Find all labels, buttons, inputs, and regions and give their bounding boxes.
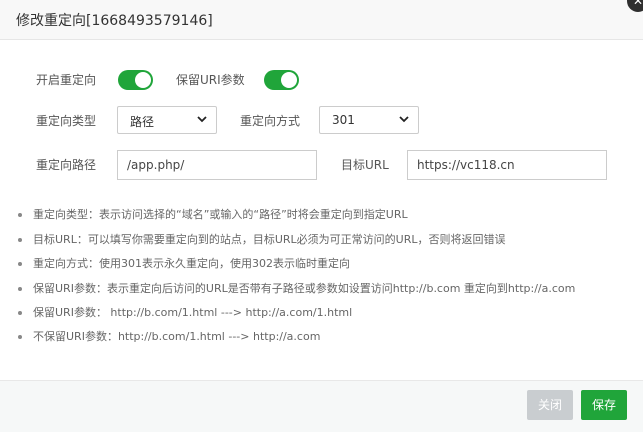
redirect-type-select[interactable]: 路径	[117, 106, 217, 134]
bullet-icon	[18, 287, 22, 291]
redirect-type-label: 重定向类型	[36, 114, 97, 128]
redirect-path-value: /app.php/	[127, 158, 185, 172]
bullet-icon	[18, 213, 22, 217]
target-url-value: https://vc118.cn	[417, 158, 515, 172]
redirect-method-select[interactable]: 301	[319, 106, 419, 134]
bullet-icon	[18, 238, 22, 242]
redirect-path-input[interactable]: /app.php/	[117, 150, 317, 180]
dialog-title: 修改重定向[1668493579146]	[16, 13, 213, 29]
redirect-type-value: 路径	[130, 115, 155, 129]
close-button[interactable]: 关闭	[527, 390, 573, 420]
target-url-label: 目标URL	[341, 158, 389, 172]
enable-redirect-label: 开启重定向	[36, 73, 97, 87]
redirect-method-label: 重定向方式	[240, 114, 301, 128]
chevron-down-icon	[399, 116, 409, 123]
target-url-input[interactable]: https://vc118.cn	[407, 150, 607, 180]
bullet-icon	[18, 335, 22, 339]
keep-uri-label: 保留URI参数	[176, 73, 245, 87]
enable-redirect-toggle[interactable]	[118, 70, 153, 90]
dialog-footer: 关闭 保存	[0, 380, 643, 432]
bullet-icon	[18, 262, 22, 266]
keep-uri-toggle[interactable]	[264, 70, 299, 90]
bullet-icon	[18, 311, 22, 315]
save-button[interactable]: 保存	[581, 390, 627, 420]
toggle-knob	[135, 72, 151, 88]
chevron-down-icon	[197, 116, 207, 123]
toggle-knob	[281, 72, 297, 88]
redirect-method-value: 301	[332, 113, 355, 127]
redirect-path-label: 重定向路径	[36, 158, 97, 172]
dialog-titlebar: 修改重定向[1668493579146]	[0, 0, 643, 40]
